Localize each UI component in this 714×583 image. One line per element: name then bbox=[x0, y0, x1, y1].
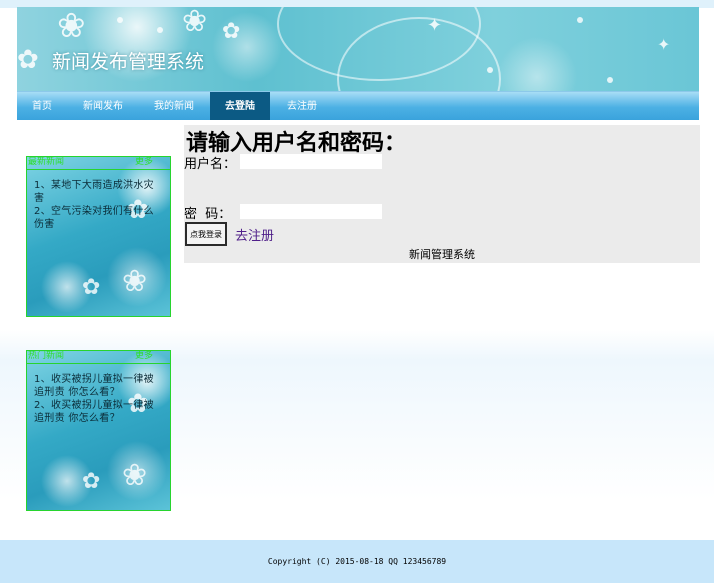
bubble-decoration bbox=[117, 17, 123, 23]
flower-decoration: ✿ bbox=[82, 275, 101, 300]
bubble-decoration bbox=[157, 27, 163, 33]
username-label: 用户名： bbox=[184, 157, 237, 172]
nav-item-register[interactable]: 去注册 bbox=[274, 92, 330, 120]
hot-news-box: ❀ ✿ ✿ 热门新闻 更多 1、收买被拐儿童拟一律被追刑责 你怎么看？ 2、收买… bbox=[26, 350, 171, 511]
flower-decoration: ❀ bbox=[57, 7, 86, 46]
nav-item-home[interactable]: 首页 bbox=[17, 92, 67, 120]
login-panel: 请输入用户名和密码： 用户名： 密 码： 点我登录 去注册 新闻管理系统 bbox=[184, 125, 700, 263]
box-divider bbox=[27, 169, 170, 170]
sparkle-decoration: ✦ bbox=[427, 15, 443, 36]
more-link[interactable]: 更多 bbox=[135, 351, 153, 361]
system-name-text: 新闻管理系统 bbox=[409, 248, 475, 261]
box-header: 热门新闻 更多 bbox=[27, 351, 170, 361]
site-title: 新闻发布管理系统 bbox=[52, 51, 205, 73]
flower-decoration: ✿ bbox=[82, 469, 101, 494]
main-nav: 首页 新闻发布 我的新闻 去登陆 去注册 bbox=[17, 91, 699, 120]
news-item[interactable]: 1、收买被拐儿童拟一律被追刑责 你怎么看？ bbox=[34, 373, 162, 399]
latest-news-box: ❀ ✿ ✿ 最新新闻 更多 1、某地下大雨造成洪水灾害 2、空气污染对我们有什么… bbox=[26, 156, 171, 317]
bubble-decoration bbox=[577, 17, 583, 23]
news-item[interactable]: 2、空气污染对我们有什么伤害 bbox=[34, 205, 162, 231]
more-link[interactable]: 更多 bbox=[135, 157, 153, 167]
nav-item-login[interactable]: 去登陆 bbox=[210, 92, 270, 120]
bubble-decoration bbox=[487, 67, 493, 73]
page-footer: Copyright (C) 2015-08-18 QQ 123456789 bbox=[0, 540, 714, 583]
header-banner: ❀ ✿ ❀ ✿ ✦ ✦ 新闻发布管理系统 bbox=[17, 7, 699, 91]
flower-decoration: ❀ bbox=[122, 264, 148, 299]
news-item[interactable]: 1、某地下大雨造成洪水灾害 bbox=[34, 179, 162, 205]
flower-decoration: ❀ bbox=[122, 458, 148, 493]
password-label: 密 码： bbox=[184, 207, 232, 222]
flower-decoration: ✿ bbox=[17, 45, 39, 75]
box-title: 最新新闻 bbox=[28, 157, 65, 167]
flower-decoration: ✿ bbox=[222, 19, 241, 44]
flower-decoration: ❀ bbox=[182, 7, 208, 39]
news-list: 1、某地下大雨造成洪水灾害 2、空气污染对我们有什么伤害 bbox=[34, 179, 162, 231]
news-item[interactable]: 2、收买被拐儿童拟一律被追刑责 你怎么看？ bbox=[34, 399, 162, 425]
password-input[interactable] bbox=[240, 204, 382, 219]
box-header: 最新新闻 更多 bbox=[27, 157, 170, 167]
box-title: 热门新闻 bbox=[28, 351, 65, 361]
box-divider bbox=[27, 363, 170, 364]
username-input[interactable] bbox=[240, 154, 382, 169]
login-button[interactable]: 点我登录 bbox=[185, 222, 227, 246]
sparkle-decoration: ✦ bbox=[657, 35, 671, 54]
nav-item-publish-news[interactable]: 新闻发布 bbox=[73, 92, 133, 120]
bubble-decoration bbox=[607, 77, 613, 83]
copyright-text: Copyright (C) 2015-08-18 QQ 123456789 bbox=[267, 557, 447, 566]
news-list: 1、收买被拐儿童拟一律被追刑责 你怎么看？ 2、收买被拐儿童拟一律被追刑责 你怎… bbox=[34, 373, 162, 425]
nav-item-my-news[interactable]: 我的新闻 bbox=[144, 92, 204, 120]
register-link[interactable]: 去注册 bbox=[235, 225, 274, 244]
